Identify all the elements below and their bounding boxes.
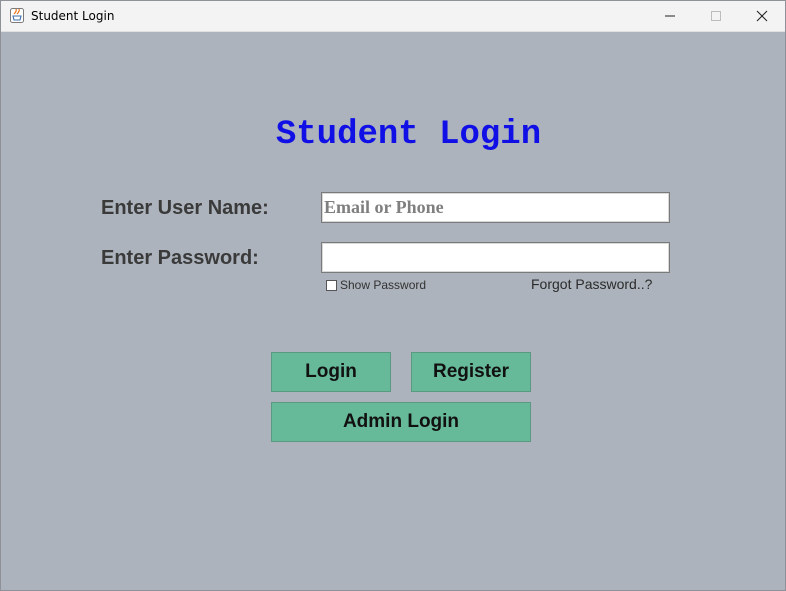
page-title: Student Login	[275, 116, 542, 154]
login-panel: Student Login Enter User Name: Enter Pas…	[1, 32, 785, 590]
password-label: Enter Password:	[101, 247, 259, 269]
show-password-label: Show Password	[340, 278, 427, 292]
minimize-button[interactable]	[647, 1, 693, 31]
forgot-password-link[interactable]: Forgot Password..?	[531, 276, 652, 292]
show-password-toggle[interactable]: Show Password	[326, 278, 426, 292]
minimize-icon	[665, 15, 675, 17]
window-title: Student Login	[31, 9, 115, 23]
maximize-button[interactable]	[693, 1, 739, 31]
login-button[interactable]: Login	[271, 352, 391, 392]
username-input[interactable]	[321, 192, 670, 223]
maximize-icon	[711, 11, 721, 21]
admin-login-button[interactable]: Admin Login	[271, 402, 531, 442]
show-password-checkbox[interactable]	[326, 279, 337, 291]
title-bar[interactable]: Student Login	[1, 1, 785, 32]
login-window: Student Login Student Login Enter User N…	[0, 0, 786, 591]
close-icon	[756, 10, 768, 22]
close-button[interactable]	[739, 1, 785, 31]
register-button[interactable]: Register	[411, 352, 531, 392]
password-input[interactable]	[321, 242, 670, 273]
username-label: Enter User Name:	[101, 197, 269, 219]
java-cup-icon	[10, 8, 24, 23]
